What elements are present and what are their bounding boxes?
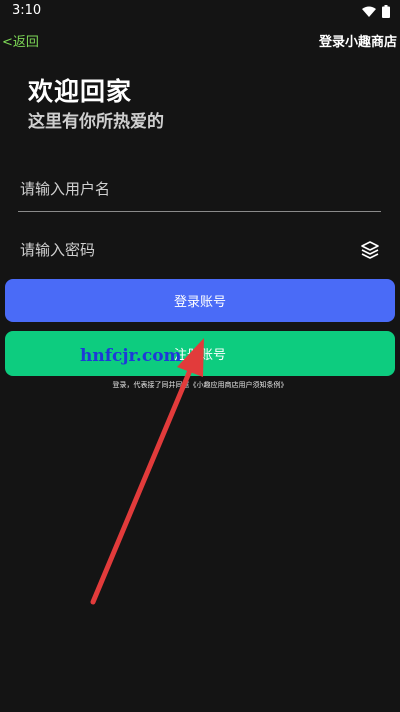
top-bar: <返回 登录小趣商店	[0, 28, 400, 52]
password-field	[18, 228, 381, 272]
password-input[interactable]	[18, 228, 381, 272]
register-button[interactable]: 注册账号	[5, 331, 395, 376]
status-icons	[362, 5, 390, 18]
agreement-text[interactable]: 登录，代表接了同并同意《小趣应用商店用户须知条例》	[0, 380, 400, 390]
status-bar: 3:10	[0, 0, 400, 24]
wifi-icon	[362, 6, 376, 17]
battery-icon	[382, 5, 390, 18]
username-field	[18, 167, 381, 212]
welcome-subtitle: 这里有你所热爱的	[28, 112, 164, 132]
page-title: 登录小趣商店	[318, 35, 397, 50]
username-input[interactable]	[18, 167, 381, 211]
watermark: hnfcjr.com	[80, 346, 182, 366]
status-time: 3:10	[12, 3, 42, 18]
back-button[interactable]: <返回	[2, 31, 39, 50]
password-visibility-icon[interactable]	[360, 240, 380, 260]
login-button[interactable]: 登录账号	[5, 279, 395, 322]
welcome-title: 欢迎回家	[28, 77, 133, 106]
